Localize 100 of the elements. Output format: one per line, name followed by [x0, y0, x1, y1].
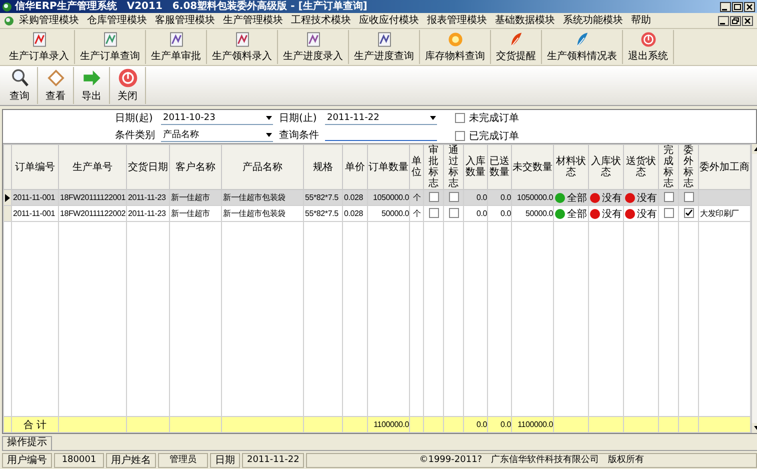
total-cell: 0.0	[464, 416, 488, 432]
table-cell: 50000.0	[512, 206, 554, 222]
arrow-right-icon	[80, 68, 102, 88]
status-value: 管理员	[158, 453, 208, 468]
column-header[interactable]: 已送数量	[488, 144, 512, 190]
table-cell: 50000.0	[368, 206, 410, 222]
checkbox[interactable]	[684, 208, 694, 218]
checkbox[interactable]	[428, 208, 438, 218]
column-header[interactable]: 交货日期	[126, 144, 170, 190]
menu-item[interactable]: 报表管理模块	[424, 14, 490, 27]
column-header[interactable]: 委外标志	[678, 144, 698, 190]
table-cell: 55*82*7.5	[304, 206, 342, 222]
table-cell: 0.0	[464, 206, 488, 222]
window-title: 信华ERP生产管理系统 V2011 6.08塑料包装委外高级版 - [生产订单查询]	[15, 0, 368, 12]
power-icon	[638, 31, 658, 48]
action-button[interactable]: 查看	[38, 67, 74, 104]
status-value: 180001	[54, 453, 104, 468]
status-label: 没有	[637, 208, 657, 220]
checkbox[interactable]	[664, 192, 674, 202]
column-header[interactable]: 入库状态	[588, 144, 624, 190]
column-header[interactable]: 规格	[304, 144, 342, 190]
app-icon	[2, 2, 12, 12]
table-cell: 18FW20111122002	[58, 206, 126, 222]
status-label: 用户姓名	[106, 453, 156, 468]
status-label: 日期	[210, 453, 240, 468]
table-cell: 1050000.0	[512, 190, 554, 206]
menu-item[interactable]: 工程技术模块	[288, 14, 354, 27]
column-header[interactable]: 订单编号	[12, 144, 58, 190]
close-icon[interactable]	[742, 16, 753, 26]
column-header[interactable]: 材料状态	[554, 144, 588, 190]
date-field[interactable]: 2011-10-23	[161, 112, 273, 124]
tab[interactable]: 操作提示	[2, 436, 52, 450]
table-cell: 18FW20111122001	[58, 190, 126, 206]
column-header[interactable]: 入库数量	[464, 144, 488, 190]
status-value: 2011-11-22	[242, 453, 304, 468]
power-icon	[116, 68, 138, 88]
table-cell: 个	[410, 206, 424, 222]
column-header[interactable]: 通过标志	[444, 144, 464, 190]
checkbox-label: 已完成订单	[469, 130, 519, 142]
table-cell: 新一佳超市	[170, 190, 222, 206]
table-cell: 55*82*7.5	[304, 190, 342, 206]
table-cell: 0.0	[488, 206, 512, 222]
minimize-icon[interactable]	[720, 2, 731, 12]
action-button[interactable]: 查询	[2, 67, 38, 104]
total-label: 合 计	[12, 416, 58, 432]
row-pointer-icon	[5, 194, 10, 202]
checkbox[interactable]	[428, 192, 438, 202]
column-header[interactable]: 生产单号	[58, 144, 126, 190]
table-cell: 1050000.0	[368, 190, 410, 206]
table-cell: 0.028	[342, 190, 368, 206]
checkbox[interactable]	[664, 208, 674, 218]
column-header[interactable]: 单价	[342, 144, 368, 190]
checkbox[interactable]	[448, 192, 458, 202]
column-header[interactable]: 送货状态	[624, 144, 658, 190]
column-header[interactable]: 完成标志	[658, 144, 678, 190]
date-field[interactable]: 2011-11-22	[325, 112, 437, 124]
status-label: 没有	[637, 192, 657, 204]
column-header[interactable]: 单位	[410, 144, 424, 190]
total-cell: 0.0	[488, 416, 512, 432]
table-cell: 新一佳超市	[170, 206, 222, 222]
column-header[interactable]: 审批标志	[424, 144, 444, 190]
action-button[interactable]: 关闭	[110, 67, 146, 104]
close-icon[interactable]	[744, 2, 755, 12]
menu-item[interactable]: 应收应付模块	[356, 14, 422, 27]
table-cell: 新一佳超市包装袋	[222, 206, 304, 222]
menu-item[interactable]: 系统功能模块	[560, 14, 626, 27]
menu-item[interactable]: 基础数据模块	[492, 14, 558, 27]
status-label: 用户编号	[2, 453, 52, 468]
checkbox-label: 未完成订单	[469, 112, 519, 124]
menu-item[interactable]: 仓库管理模块	[84, 14, 150, 27]
status-label: 全部	[567, 192, 587, 204]
menu-item[interactable]: 帮助	[628, 14, 654, 27]
column-header[interactable]: 未交数量	[512, 144, 554, 190]
menu-item[interactable]: 客服管理模块	[152, 14, 218, 27]
flower-icon	[446, 31, 464, 48]
column-header[interactable]: 产品名称	[222, 144, 304, 190]
column-header[interactable]: 委外加工商	[698, 144, 750, 190]
table-cell: 0.028	[342, 206, 368, 222]
checkbox[interactable]	[455, 112, 465, 122]
minimize-icon[interactable]	[718, 16, 729, 26]
app-icon	[4, 16, 14, 26]
column-header[interactable]: 订单数量	[368, 144, 410, 190]
table-cell: 2011-11-23	[126, 206, 170, 222]
field-label: 条件类别	[115, 128, 155, 142]
condition-type-dropdown[interactable]: 产品名称	[161, 128, 273, 142]
maximize-icon[interactable]	[732, 2, 743, 12]
menu-item[interactable]: 采购管理模块	[16, 14, 82, 27]
checkbox[interactable]	[684, 192, 694, 202]
restore-icon[interactable]	[730, 16, 741, 26]
copyright-text: ©1999-2011? 广东信华软件科技有限公司 版权所有	[306, 453, 757, 468]
checkbox[interactable]	[455, 130, 465, 140]
action-button[interactable]: 导出	[74, 67, 110, 104]
column-header[interactable]: 客户名称	[170, 144, 222, 190]
field-label: 查询条件	[279, 128, 319, 142]
caret-icon	[265, 114, 273, 120]
menu-item[interactable]: 生产管理模块	[220, 14, 286, 27]
table-cell: 新一佳超市包装袋	[222, 190, 304, 206]
field-label: 日期(止)	[279, 112, 318, 125]
checkbox[interactable]	[448, 208, 458, 218]
table-cell: 2011-11-001	[12, 190, 58, 206]
